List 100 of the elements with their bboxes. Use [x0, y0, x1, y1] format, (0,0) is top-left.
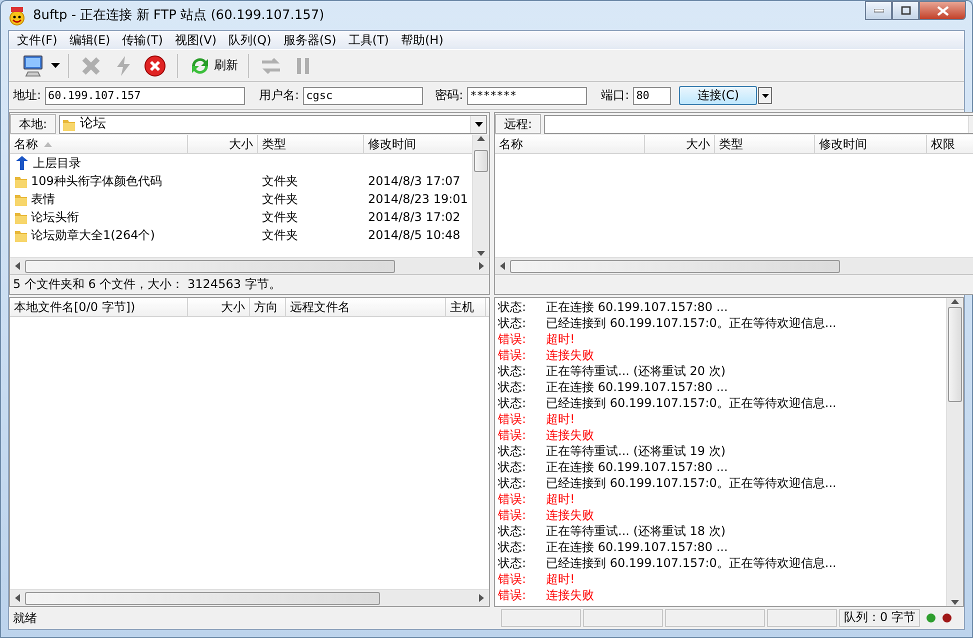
connect-button[interactable]: 连接(C) [679, 86, 758, 105]
refresh-button[interactable]: 刷新 [186, 52, 240, 80]
minimize-button[interactable] [865, 1, 892, 20]
file-name[interactable]: 109种头衔字体颜色代码 [31, 174, 162, 188]
file-name[interactable]: 表情 [31, 192, 55, 206]
scroll-arrow-icon[interactable] [478, 593, 485, 603]
file-name[interactable]: 论坛头衔 [31, 210, 79, 224]
folder-icon [62, 117, 76, 131]
path-label: 远程: [495, 114, 542, 134]
scroll-arrow-icon[interactable] [476, 135, 486, 142]
scroll-arrow-icon[interactable] [14, 593, 21, 603]
log-message: 正在等待重试... (还将重试 19 次) [546, 444, 726, 458]
dropdown-button[interactable] [758, 87, 772, 104]
cancel-icon [143, 54, 167, 78]
modified-time: 2014/8/23 19:01 [368, 192, 468, 206]
log-label: 状态: [498, 524, 528, 538]
log-label: 状态: [498, 364, 528, 378]
menu-item[interactable]: 队列(Q) [222, 32, 278, 48]
column-header[interactable]: 权限 [927, 135, 973, 153]
scroll-arrow-icon[interactable] [950, 298, 960, 305]
log-message: 已经连接到 60.199.107.157:0。正在等待欢迎信息... [546, 396, 836, 410]
scroll-arrow-icon[interactable] [14, 261, 21, 271]
menu-item[interactable]: 视图(V) [168, 32, 222, 48]
scrollbar-thumb[interactable] [25, 260, 395, 272]
log-label: 状态: [498, 396, 528, 410]
column-header[interactable]: 方向 [250, 298, 286, 316]
menu-item[interactable]: 传输(T) [116, 32, 169, 48]
scroll-arrow-icon[interactable] [499, 261, 506, 271]
vertical-scrollbar[interactable] [472, 135, 489, 257]
scrollbar-thumb[interactable] [948, 307, 962, 402]
status-light-icon [926, 613, 936, 623]
modified-time: 2014/8/5 10:48 [368, 228, 460, 242]
column-header[interactable]: 主机 [446, 298, 486, 316]
field-label: 用户名: [259, 88, 300, 103]
log-label: 错误: [498, 572, 528, 586]
log-label: 状态: [498, 556, 528, 570]
up-arrow-icon [14, 155, 30, 171]
status-panel [767, 609, 837, 627]
modified-time: 2014/8/3 17:02 [368, 210, 460, 224]
menu-item[interactable]: 工具(T) [342, 32, 395, 48]
column-header[interactable]: 名称 [10, 135, 188, 153]
path-dropdown[interactable] [544, 114, 973, 134]
scrollbar-thumb[interactable] [25, 592, 380, 604]
column-header[interactable]: 大小 [645, 135, 715, 153]
log-message: 已经连接到 60.199.107.157:0。正在等待欢迎信息... [546, 476, 836, 490]
input-field[interactable]: ******* [467, 86, 588, 104]
menu-item[interactable]: 服务器(S) [277, 32, 342, 48]
log-message: 正在连接 60.199.107.157:80 ... [546, 380, 728, 394]
queue-size: 队列：0 字节 [839, 609, 920, 627]
scrollbar-thumb[interactable] [474, 150, 488, 172]
path-dropdown[interactable]: 论坛 [59, 114, 487, 134]
caret-icon [474, 122, 482, 126]
column-header[interactable]: 类型 [715, 135, 815, 153]
scrollbar-thumb[interactable] [510, 260, 840, 272]
log-label: 错误: [498, 492, 528, 506]
input-field[interactable]: cgsc [303, 86, 424, 104]
field-label: 密码: [435, 88, 464, 103]
log-message: 连接失败 [546, 348, 594, 362]
horizontal-scrollbar[interactable] [495, 257, 973, 274]
log-message: 正在连接 60.199.107.157:80 ... [546, 540, 728, 554]
log-label: 错误: [498, 588, 528, 602]
menu-item[interactable]: 帮助(H) [395, 32, 450, 48]
log-message: 超时! [546, 492, 575, 506]
column-header[interactable]: 远程文件名 [286, 298, 446, 316]
column-header[interactable]: 大小 [188, 298, 250, 316]
input-field[interactable]: 80 [633, 86, 672, 104]
log-label: 状态: [498, 380, 528, 394]
log-message: 超时! [546, 332, 575, 346]
column-header[interactable]: 修改时间 [815, 135, 927, 153]
path-label: 本地: [10, 114, 56, 134]
column-header[interactable]: 大小 [188, 135, 258, 153]
folder-summary: 5 个文件夹和 6 个文件，大小： 3124563 字节。 [13, 277, 281, 292]
log-message: 正在连接 60.199.107.157:80 ... [546, 460, 728, 474]
log-label: 错误: [498, 332, 528, 346]
file-name[interactable]: 论坛勋章大全1(264个) [31, 228, 155, 242]
column-header[interactable]: 本地文件名[0/0 字节]) [10, 298, 188, 316]
status-text: 就绪 [12, 610, 38, 626]
horizontal-scrollbar[interactable] [10, 257, 489, 274]
scroll-arrow-icon[interactable] [950, 599, 960, 606]
log-label: 状态: [498, 460, 528, 474]
file-type: 文件夹 [262, 174, 298, 188]
horizontal-scrollbar[interactable] [10, 589, 489, 606]
app-logo-icon [7, 6, 27, 26]
vertical-scrollbar[interactable] [946, 298, 963, 606]
close-button[interactable] [919, 1, 966, 20]
file-name[interactable]: 上层目录 [33, 156, 81, 170]
column-header[interactable]: 类型 [258, 135, 364, 153]
maximize-button[interactable] [892, 1, 919, 20]
column-header[interactable]: 名称 [495, 135, 645, 153]
caret-icon[interactable] [51, 63, 60, 68]
file-type: 文件夹 [262, 192, 298, 206]
status-light-icon [942, 613, 952, 623]
log-message: 正在等待重试... (还将重试 20 次) [546, 364, 726, 378]
log-message: 超时! [546, 572, 575, 586]
log-label: 状态: [498, 444, 528, 458]
log-label: 状态: [498, 476, 528, 490]
menu-item[interactable]: 编辑(E) [63, 32, 116, 48]
close-icon [936, 6, 948, 16]
input-field[interactable]: 60.199.107.157 [45, 86, 246, 104]
menu-item[interactable]: 文件(F) [11, 32, 64, 48]
